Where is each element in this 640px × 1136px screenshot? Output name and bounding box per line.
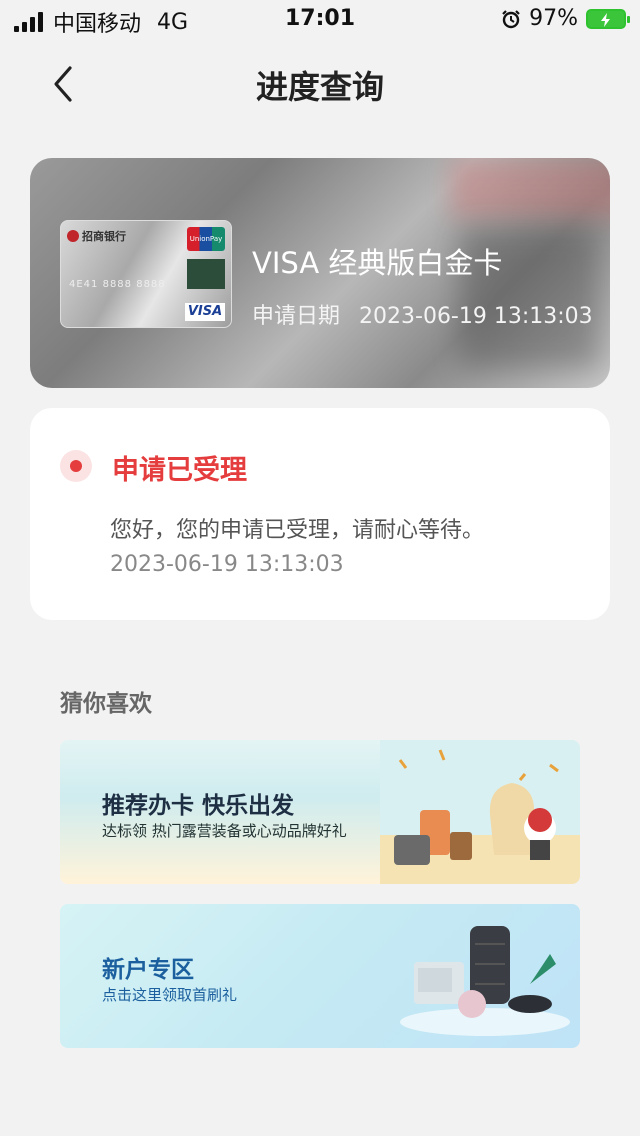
card-info-panel: 招商银行 UnionPay 4E41 8888 8888 VISA VISA 经… (30, 158, 610, 388)
card-emblem (187, 259, 225, 289)
progress-time: 2023-06-19 13:13:03 (110, 552, 344, 577)
travel-illustration-icon (380, 740, 580, 884)
progress-status-card: 申请已受理 您好，您的申请已受理，请耐心等待。 2023-06-19 13:13… (30, 408, 610, 620)
progress-message: 您好，您的申请已受理，请耐心等待。 (110, 518, 485, 543)
recommend-section-title: 猜你喜欢 (60, 691, 152, 717)
battery-icon (586, 8, 630, 29)
card-number-art: 4E41 8888 8888 (69, 279, 166, 290)
banner-subtitle: 点击这里领取首刷礼 (102, 986, 238, 1004)
banner-subtitle: 达标领 热门露营装备或心动品牌好礼 (102, 822, 347, 840)
promo-banner-card-apply[interactable]: 推荐办卡 快乐出发 达标领 热门露营装备或心动品牌好礼 (60, 740, 580, 884)
banner-title: 推荐办卡 快乐出发 (102, 792, 295, 819)
card-name: VISA 经典版白金卡 (252, 246, 503, 280)
visa-logo: VISA (185, 303, 225, 321)
alarm-icon (502, 9, 520, 28)
card-apply-date: 申请日期 2023-06-19 13:13:03 (252, 298, 593, 330)
card-image: 招商银行 UnionPay 4E41 8888 8888 VISA (60, 220, 232, 328)
unionpay-logo: UnionPay (187, 227, 225, 251)
progress-title: 申请已受理 (112, 455, 247, 486)
promo-banner-new-user[interactable]: 新户专区 点击这里领取首刷礼 (60, 904, 580, 1048)
gift-products-illustration-icon (400, 926, 570, 1036)
page-title: 进度查询 (255, 68, 384, 106)
status-bar: 中国移动 4G 17:01 97% (0, 0, 640, 40)
background-blur (450, 158, 610, 218)
apply-date-label: 申请日期 (252, 304, 341, 329)
banner-title: 新户专区 (102, 956, 194, 983)
status-right: 97% (501, 6, 630, 31)
status-dot-icon (60, 450, 92, 482)
nav-bar: 进度查询 (0, 50, 640, 120)
battery-percent: 97% (529, 6, 578, 31)
apply-date-value: 2023-06-19 13:13:03 (359, 304, 593, 329)
bank-logo: 招商银行 (67, 228, 126, 244)
